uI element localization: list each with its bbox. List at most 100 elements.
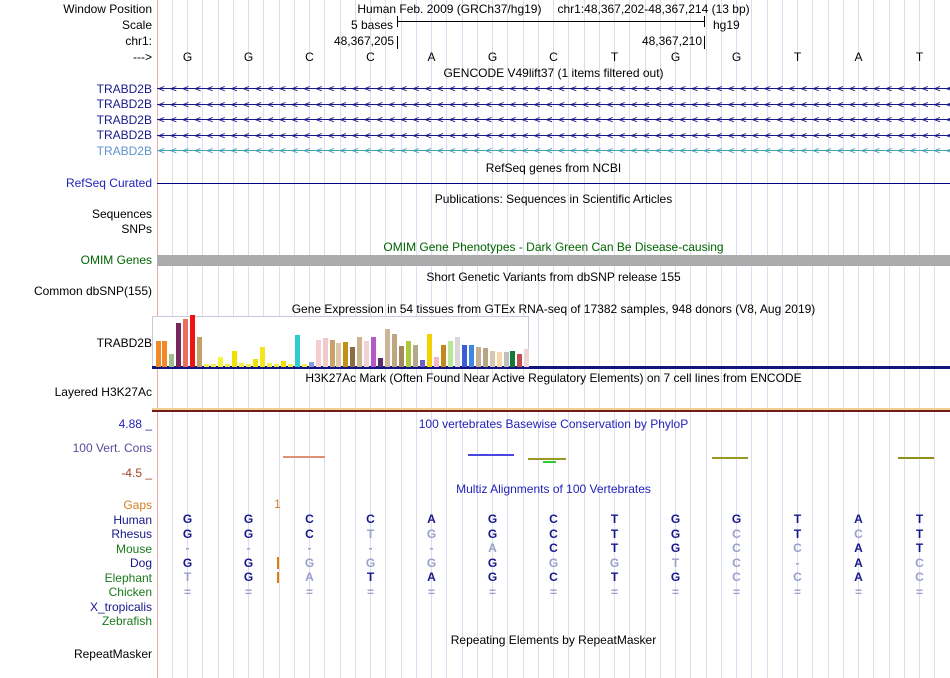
gtex-expression-bar (294, 335, 300, 367)
gtex-expression-bar (225, 364, 231, 367)
omim-genes-label[interactable]: OMIM Genes (0, 253, 152, 267)
alignment-base: = (854, 584, 862, 599)
genome-browser-image[interactable]: Human Feb. 2009 (GRCh37/hg19) chr1:48,36… (0, 0, 950, 678)
alignment-base: C (549, 526, 558, 541)
gtex-expression-bar (287, 364, 293, 367)
species-label[interactable]: Elephant (0, 571, 152, 585)
refseq-gene-line[interactable] (157, 183, 950, 184)
alignment-base: A (305, 570, 314, 584)
gaps-label[interactable]: Gaps (0, 498, 152, 512)
omim-track-title: OMIM Gene Phenotypes - Dark Green Can Be… (383, 240, 724, 254)
alignment-base: G (243, 526, 254, 541)
alignment-base: C (732, 555, 741, 570)
gtex-expression-bar (385, 329, 391, 367)
alignment-base: G (487, 512, 498, 526)
species-label[interactable]: Mouse (0, 542, 152, 556)
ruler-base: G (243, 50, 254, 64)
alignment-base: = (183, 584, 191, 599)
alignment-base: - (307, 541, 312, 555)
gtex-expression-bar (183, 319, 189, 367)
species-label[interactable]: Dog (0, 556, 152, 570)
gene-label[interactable]: TRABD2B (0, 144, 152, 158)
vert-cons-label[interactable]: 100 Vert. Cons (0, 441, 152, 455)
alignment-base: = (488, 584, 496, 599)
h3k27ac-signal-band-bottom[interactable] (152, 410, 950, 412)
alignment-base: G (609, 555, 620, 570)
gtex-expression-bar (239, 363, 245, 367)
gene-model[interactable]: <<<<<<<<<<<<<<<<<<<<<<<<<<<<<<<<<<<<<<<<… (157, 113, 950, 126)
alignment-base: A (427, 570, 436, 584)
ruler-base: C (366, 50, 375, 64)
alignment-base: C (549, 541, 558, 555)
alignment-base: T (793, 512, 802, 526)
alignment-base: T (610, 512, 619, 526)
gtex-expression-bar (280, 361, 286, 367)
gtex-gene-label[interactable]: TRABD2B (0, 336, 152, 350)
gene-model[interactable]: <<<<<<<<<<<<<<<<<<<<<<<<<<<<<<<<<<<<<<<<… (157, 82, 950, 95)
gtex-expression-bar (440, 345, 446, 367)
gtex-expression-bar (350, 347, 356, 367)
species-label[interactable]: Zebrafish (0, 614, 152, 628)
alignment-base: G (182, 526, 193, 541)
alignment-base: = (610, 584, 618, 599)
gtex-expression-bar (482, 348, 488, 367)
species-label[interactable]: X_tropicalis (0, 600, 152, 614)
species-label[interactable]: Rhesus (0, 527, 152, 541)
alignment-base: G (182, 512, 193, 526)
gtex-expression-bar (378, 358, 384, 367)
alignment-base: - (429, 541, 434, 555)
gene-label[interactable]: TRABD2B (0, 128, 152, 142)
gtex-expression-bar (496, 352, 502, 367)
species-label[interactable]: Chicken (0, 585, 152, 599)
gene-label[interactable]: TRABD2B (0, 113, 152, 127)
alignment-base: G (304, 555, 315, 570)
ruler-base: A (854, 50, 863, 64)
refseq-curated-label[interactable]: RefSeq Curated (0, 176, 152, 190)
gap-count: 1 (274, 497, 281, 511)
species-label[interactable]: Human (0, 513, 152, 527)
gene-model[interactable]: <<<<<<<<<<<<<<<<<<<<<<<<<<<<<<<<<<<<<<<<… (157, 144, 950, 157)
gene-label[interactable]: TRABD2B (0, 97, 152, 111)
gene-model[interactable]: <<<<<<<<<<<<<<<<<<<<<<<<<<<<<<<<<<<<<<<<… (157, 128, 950, 142)
repeatmasker-label[interactable]: RepeatMasker (0, 647, 152, 661)
alignment-base: C (549, 512, 558, 526)
ruler-base: G (731, 50, 742, 64)
alignment-base: G (670, 570, 681, 584)
scale-bar-left-tick (397, 16, 398, 27)
common-dbsnp-label[interactable]: Common dbSNP(155) (0, 284, 152, 298)
snps-label[interactable]: SNPs (0, 222, 152, 236)
alignment-base: G (670, 512, 681, 526)
layered-h3k27ac-label[interactable]: Layered H3K27Ac (0, 385, 152, 399)
alignment-base: T (610, 570, 619, 584)
gtex-expression-bar (524, 349, 530, 367)
alignment-base: A (854, 570, 863, 584)
insertion-tick (277, 557, 279, 569)
alignment-base: = (549, 584, 557, 599)
alignment-base: C (732, 526, 741, 541)
alignment-base: T (915, 526, 924, 541)
alignment-base: C (305, 526, 314, 541)
alignment-base: = (366, 584, 374, 599)
ruler-base: T (793, 50, 802, 64)
gene-label[interactable]: TRABD2B (0, 82, 152, 96)
alignment-base: = (732, 584, 740, 599)
omim-gene-bar[interactable] (157, 255, 950, 266)
gene-model[interactable]: <<<<<<<<<<<<<<<<<<<<<<<<<<<<<<<<<<<<<<<<… (157, 97, 950, 111)
gtex-expression-bar (454, 337, 460, 367)
alignment-base: = (244, 584, 252, 599)
gtex-expression-bar (301, 364, 307, 367)
alignment-base: G (670, 541, 681, 555)
gtex-expression-bar (162, 341, 168, 367)
alignment-base: = (427, 584, 435, 599)
alignment-base: A (488, 541, 497, 555)
alignment-base: G (365, 555, 376, 570)
gtex-expression-bar (329, 340, 335, 367)
alignment-base: G (182, 555, 193, 570)
phylop-mark (898, 457, 934, 459)
gtex-expression-bar (510, 351, 516, 367)
sequences-label[interactable]: Sequences (0, 207, 152, 221)
ruler-base: C (549, 50, 558, 64)
gtex-expression-bar (364, 341, 370, 367)
alignment-base: = (793, 584, 801, 599)
alignment-base: = (915, 584, 923, 599)
